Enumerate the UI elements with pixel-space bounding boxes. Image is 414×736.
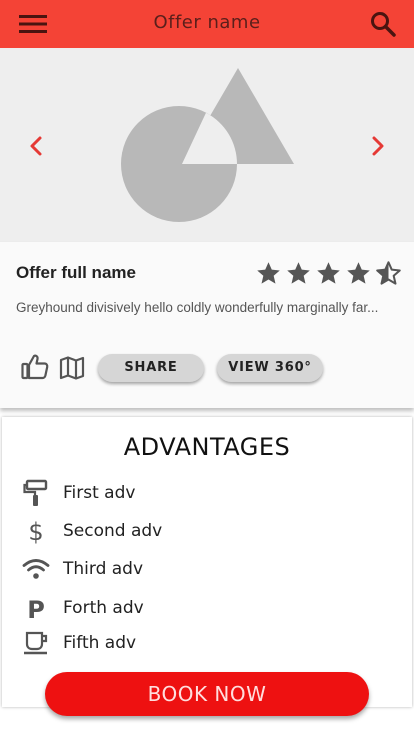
map-icon[interactable] — [58, 354, 86, 382]
star-full-icon[interactable] — [285, 260, 312, 287]
share-button[interactable]: SHARE — [98, 354, 204, 382]
advantage-label: Forth adv — [63, 598, 144, 618]
advantage-label: Fifth adv — [63, 633, 137, 653]
chevron-left-icon[interactable] — [24, 131, 48, 161]
book-now-button[interactable]: BOOK NOW — [45, 672, 369, 716]
placeholder-shapes-image — [121, 68, 294, 222]
chevron-right-icon[interactable] — [366, 131, 390, 161]
image-gallery — [0, 48, 414, 242]
advantage-item: P Forth adv — [20, 593, 144, 623]
offer-full-name: Offer full name — [16, 263, 136, 282]
star-full-icon[interactable] — [255, 260, 282, 287]
advantage-item: Fifth adv — [20, 628, 136, 658]
svg-text:$: $ — [28, 518, 43, 545]
page-title: Offer name — [153, 12, 261, 33]
thumbs-up-icon[interactable] — [20, 352, 50, 382]
paint-roller-icon — [20, 479, 52, 507]
advantages-title: ADVANTAGES — [123, 433, 291, 461]
advantage-label: First adv — [63, 483, 136, 503]
parking-icon: P — [20, 594, 52, 622]
rating-stars — [255, 260, 402, 287]
advantage-item: First adv — [20, 478, 135, 508]
offer-info-card: Offer full name Greyhound divisively hel… — [0, 242, 414, 408]
coffee-cup-icon — [20, 629, 52, 657]
search-icon[interactable] — [368, 9, 398, 39]
app-bar: Offer name — [0, 0, 414, 48]
star-half-icon[interactable] — [375, 260, 402, 287]
star-full-icon[interactable] — [315, 260, 342, 287]
advantages-card: ADVANTAGES First adv $ Second adv Third … — [2, 417, 412, 707]
dollar-icon: $ — [20, 517, 52, 545]
advantage-label: Third adv — [63, 559, 144, 579]
svg-text:P: P — [27, 596, 45, 622]
wifi-icon — [20, 555, 52, 583]
advantage-item: $ Second adv — [20, 516, 162, 546]
advantage-label: Second adv — [63, 521, 163, 541]
view-360-button[interactable]: VIEW 360° — [217, 354, 323, 382]
star-full-icon[interactable] — [345, 260, 372, 287]
advantage-item: Third adv — [20, 554, 143, 584]
offer-description: Greyhound divisively hello coldly wonder… — [16, 300, 379, 315]
